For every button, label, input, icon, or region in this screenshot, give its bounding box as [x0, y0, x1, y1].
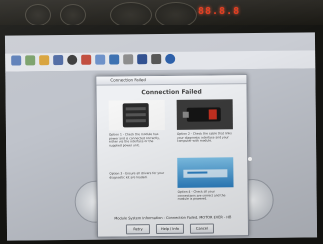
laptop-screen: Connection Failed Connection Failed Opti… — [4, 32, 318, 241]
option-text: Option 3 - Ensure all drivers for your d… — [109, 170, 165, 180]
connection-failed-dialog: Connection Failed Connection Failed Opti… — [95, 74, 250, 238]
wrench-icon[interactable] — [151, 53, 162, 65]
toolbar-icon[interactable] — [39, 55, 50, 66]
toolbar-icon[interactable] — [95, 54, 106, 65]
option-text: Option 4 - Check all your connections ar… — [177, 189, 226, 202]
option-text: Option 2 - Check the cable that links yo… — [176, 131, 232, 144]
option-card: Option 1 - Check the module has power an… — [108, 99, 165, 147]
toolbar-icon[interactable] — [25, 55, 36, 66]
module-image — [108, 99, 165, 131]
odometer-display: 88.8.8 — [198, 6, 241, 17]
cancel-button[interactable]: Cancel — [189, 223, 215, 234]
option-card: Option 3 - Ensure all drivers for your d… — [109, 157, 166, 189]
toolbar-icon[interactable] — [123, 54, 134, 65]
option-card: Option 4 - Check all your connections ar… — [177, 157, 234, 201]
reflection-dot — [248, 157, 252, 161]
option-text: Option 1 - Check the module has power an… — [108, 132, 160, 148]
toolbar-icon[interactable] — [81, 54, 92, 65]
toolbar-icon[interactable] — [137, 54, 148, 65]
toolbar-icon[interactable] — [67, 54, 78, 65]
software-image — [177, 157, 234, 188]
option-card: Option 2 - Check the cable that links yo… — [176, 99, 233, 143]
dash-gauge — [25, 4, 51, 26]
toolbar-icon[interactable] — [109, 54, 120, 65]
status-message: Module System Information - Connection F… — [114, 215, 232, 221]
dialog-window-title: Connection Failed — [110, 77, 146, 83]
photo-frame: 88.8.8 Connection Failed Connection Fail… — [0, 0, 323, 244]
toolbar-icon[interactable] — [53, 55, 64, 66]
toolbar-icon[interactable] — [11, 55, 22, 66]
dash-gauge — [60, 4, 86, 26]
cable-image — [176, 99, 233, 130]
dialog-titlebar: Connection Failed — [96, 75, 247, 86]
dialog-heading: Connection Failed — [141, 88, 202, 97]
retry-button[interactable]: Retry — [125, 224, 151, 235]
help-button[interactable]: Help / Info — [155, 223, 185, 235]
help-icon[interactable] — [165, 53, 176, 64]
